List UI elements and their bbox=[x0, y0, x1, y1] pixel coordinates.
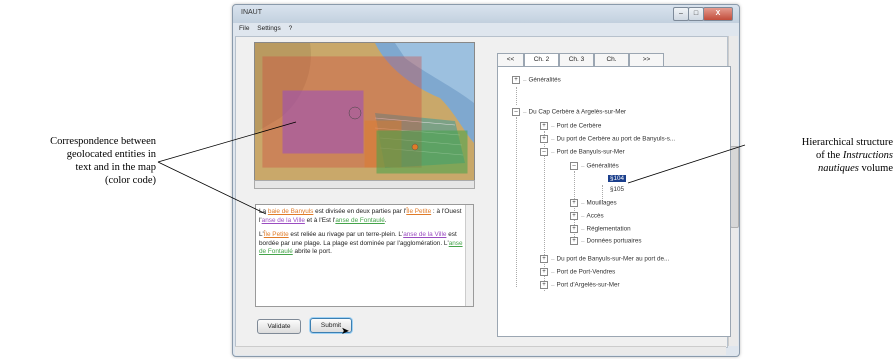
tree-node-acces[interactable]: + – Accès bbox=[570, 212, 604, 220]
expand-icon[interactable]: + bbox=[540, 122, 548, 130]
maximize-button[interactable]: □ bbox=[688, 7, 704, 21]
annotation-left-line: text and in the map bbox=[75, 162, 156, 173]
chapter-tree: + – Généralités – – Du Cap Cerbère à Argelès… bbox=[497, 66, 731, 337]
tree-node-donnees[interactable]: + – Données portuaires bbox=[570, 237, 641, 245]
tree-node-port-cerbere[interactable]: + – Port de Cerbère bbox=[540, 122, 601, 130]
text-panel[interactable]: La baie de Banyuls est divisée en deux p… bbox=[255, 204, 474, 307]
annotation-left-line: Correspondence between bbox=[50, 136, 156, 147]
tree-node-banyuls-port[interactable]: + – Du port de Banyuls-sur-Mer au port de.… bbox=[540, 255, 669, 263]
map-canvas bbox=[255, 43, 474, 180]
app-window: INAUT – □ X File Settings ? La baie de B… bbox=[232, 4, 740, 357]
annotation-right: Hierarchical structure of the Instructio… bbox=[745, 136, 893, 175]
expand-icon[interactable]: + bbox=[570, 212, 578, 220]
text-segment: La bbox=[259, 208, 268, 215]
tree-node-port-banyuls[interactable]: – – Port de Banyuls-sur-Mer bbox=[540, 148, 625, 156]
entity-link-orange[interactable]: Île Petite bbox=[406, 208, 431, 215]
tree-node-mouillages[interactable]: + – Mouillages bbox=[570, 199, 617, 207]
annotation-right-line: nautiques volume bbox=[818, 163, 893, 174]
entity-link-orange[interactable]: baie de Banyuls bbox=[268, 208, 313, 215]
text-segment: est reliée au rivage par un terre-plein.… bbox=[288, 231, 404, 239]
tree-node-generalites[interactable]: + – Généralités bbox=[512, 76, 561, 84]
window-title: INAUT bbox=[241, 9, 262, 16]
mouse-cursor-icon: ➤ bbox=[341, 326, 350, 337]
tree-leaf-p104[interactable]: §104 bbox=[608, 175, 627, 182]
tab-ch3[interactable]: Ch. 3 bbox=[559, 53, 594, 66]
tree-leaf-p105[interactable]: §105 bbox=[610, 186, 624, 193]
expand-icon[interactable]: + bbox=[540, 268, 548, 276]
entity-link-purple[interactable]: anse de la Ville bbox=[262, 217, 305, 224]
text-paragraph-2: L'Île Petite est reliée au rivage par un… bbox=[259, 231, 463, 257]
text-segment: abrite le port. bbox=[292, 248, 332, 256]
minimize-button[interactable]: – bbox=[673, 7, 689, 21]
tab-prev[interactable]: << bbox=[497, 53, 524, 66]
map-region-purple bbox=[282, 90, 364, 154]
entity-link-green[interactable]: anse de Fontaulé bbox=[335, 217, 384, 224]
expand-icon[interactable]: + bbox=[540, 135, 548, 143]
window-horizontal-scrollbar[interactable] bbox=[235, 346, 726, 355]
menu-bar: File Settings ? bbox=[235, 25, 735, 35]
text-scrollbar[interactable] bbox=[465, 205, 473, 306]
validate-button[interactable]: Validate bbox=[257, 319, 301, 334]
text-segment: est divisée en deux parties par l' bbox=[313, 208, 407, 215]
map-region-green bbox=[376, 130, 468, 174]
map-view[interactable] bbox=[254, 42, 475, 181]
tree-node-port-vendres[interactable]: + – Port de Port-Vendres bbox=[540, 268, 615, 276]
text-segment: . bbox=[384, 216, 387, 224]
expand-icon[interactable]: + bbox=[570, 237, 578, 245]
tree-node-generalites-sub[interactable]: – – Généralités bbox=[570, 162, 619, 170]
text-segment: et à l'Est l' bbox=[304, 216, 336, 224]
menu-help[interactable]: ? bbox=[289, 25, 293, 32]
tree-node-cerbere-banyuls[interactable]: + – Du port de Cerbère au port de Banyuls-… bbox=[540, 135, 675, 143]
annotation-right-line: of the Instructions bbox=[816, 150, 893, 161]
tree-node-reglementation[interactable]: + – Réglementation bbox=[570, 225, 631, 233]
tab-next[interactable]: >> bbox=[629, 53, 664, 66]
expand-icon[interactable]: + bbox=[512, 76, 520, 84]
menu-settings[interactable]: Settings bbox=[257, 25, 281, 32]
expand-icon[interactable]: + bbox=[570, 225, 578, 233]
map-horizontal-scrollbar[interactable] bbox=[254, 180, 475, 189]
tree-node-section[interactable]: – – Du Cap Cerbère à Argelès-sur-Mer bbox=[512, 108, 626, 116]
entity-link-orange[interactable]: Île Petite bbox=[264, 231, 289, 238]
collapse-icon[interactable]: – bbox=[570, 162, 578, 170]
menu-file[interactable]: File bbox=[239, 25, 249, 32]
expand-icon[interactable]: + bbox=[570, 199, 578, 207]
scrollbar-thumb[interactable] bbox=[730, 146, 739, 228]
title-bar: INAUT – □ X bbox=[233, 5, 739, 23]
collapse-icon[interactable]: – bbox=[540, 148, 548, 156]
entity-link-purple[interactable]: anse de la Ville bbox=[403, 231, 446, 238]
annotation-left-line: geolocated entities in bbox=[66, 149, 156, 160]
text-paragraph-1: La baie de Banyuls est divisée en deux p… bbox=[259, 208, 463, 225]
annotation-left-line: (color code) bbox=[104, 175, 156, 186]
tab-ch[interactable]: Ch. bbox=[594, 53, 629, 66]
tab-ch2[interactable]: Ch. 2 bbox=[524, 53, 559, 67]
expand-icon[interactable]: + bbox=[540, 281, 548, 289]
annotation-right-line: Hierarchical structure bbox=[801, 137, 893, 148]
close-button[interactable]: X bbox=[703, 7, 733, 21]
annotation-left: Correspondence between geolocated entiti… bbox=[4, 135, 156, 187]
collapse-icon[interactable]: – bbox=[512, 108, 520, 116]
expand-icon[interactable]: + bbox=[540, 255, 548, 263]
tree-node-port-argeles[interactable]: + – Port d'Argelès-sur-Mer bbox=[540, 281, 620, 289]
